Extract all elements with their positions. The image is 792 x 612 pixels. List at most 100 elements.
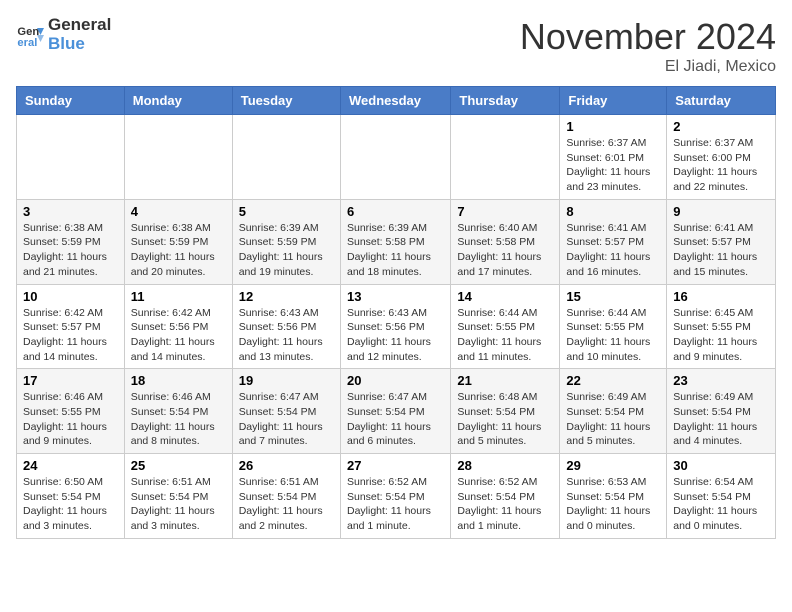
day-info: Sunrise: 6:40 AMSunset: 5:58 PMDaylight:… xyxy=(457,221,553,280)
day-info: Sunrise: 6:38 AMSunset: 5:59 PMDaylight:… xyxy=(23,221,118,280)
logo-text-line2: Blue xyxy=(48,35,111,54)
calendar-cell: 18Sunrise: 6:46 AMSunset: 5:54 PMDayligh… xyxy=(124,369,232,454)
day-number: 10 xyxy=(23,289,118,304)
calendar-cell: 19Sunrise: 6:47 AMSunset: 5:54 PMDayligh… xyxy=(232,369,340,454)
weekday-header-saturday: Saturday xyxy=(667,87,776,115)
calendar-cell: 25 Sunrise: 6:51 AMSunset: 5:54 PMDayligh… xyxy=(124,454,232,539)
header: Gen eral General Blue November 2024 El J… xyxy=(16,16,776,76)
weekday-header-tuesday: Tuesday xyxy=(232,87,340,115)
day-number: 28 xyxy=(457,458,553,473)
calendar-cell: 29Sunrise: 6:53 AMSunset: 5:54 PMDayligh… xyxy=(560,454,667,539)
calendar-cell: 8 Sunrise: 6:41 AMSunset: 5:57 PMDaylight… xyxy=(560,199,667,284)
day-number: 8 xyxy=(566,204,660,219)
calendar-cell: 26 Sunrise: 6:51 AMSunset: 5:54 PMDayligh… xyxy=(232,454,340,539)
day-number: 30 xyxy=(673,458,769,473)
day-number: 15 xyxy=(566,289,660,304)
day-info: Sunrise: 6:42 AMSunset: 5:57 PMDaylight:… xyxy=(23,306,118,365)
calendar-cell: 14 Sunrise: 6:44 AMSunset: 5:55 PMDayligh… xyxy=(451,284,560,369)
day-number: 2 xyxy=(673,119,769,134)
calendar-cell: 27 Sunrise: 6:52 AMSunset: 5:54 PMDayligh… xyxy=(340,454,450,539)
calendar-cell: 12 Sunrise: 6:43 AMSunset: 5:56 PMDayligh… xyxy=(232,284,340,369)
calendar-cell: 20Sunrise: 6:47 AMSunset: 5:54 PMDayligh… xyxy=(340,369,450,454)
day-number: 3 xyxy=(23,204,118,219)
logo: Gen eral General Blue xyxy=(16,16,111,53)
day-number: 6 xyxy=(347,204,444,219)
day-info: Sunrise: 6:39 AMSunset: 5:58 PMDaylight:… xyxy=(347,221,444,280)
day-number: 12 xyxy=(239,289,334,304)
day-info: Sunrise: 6:47 AMSunset: 5:54 PMDaylight:… xyxy=(239,390,334,449)
day-info: Sunrise: 6:37 AMSunset: 6:01 PMDaylight:… xyxy=(566,136,660,195)
day-info: Sunrise: 6:49 AMSunset: 5:54 PMDaylight:… xyxy=(566,390,660,449)
weekday-header-monday: Monday xyxy=(124,87,232,115)
day-info: Sunrise: 6:48 AMSunset: 5:54 PMDaylight:… xyxy=(457,390,553,449)
calendar-cell xyxy=(340,115,450,200)
calendar-cell xyxy=(124,115,232,200)
day-number: 26 xyxy=(239,458,334,473)
location-title: El Jiadi, Mexico xyxy=(520,58,776,76)
day-number: 16 xyxy=(673,289,769,304)
calendar-cell: 3 Sunrise: 6:38 AMSunset: 5:59 PMDaylight… xyxy=(17,199,125,284)
weekday-header-sunday: Sunday xyxy=(17,87,125,115)
calendar-cell xyxy=(17,115,125,200)
day-number: 1 xyxy=(566,119,660,134)
logo-text-line1: General xyxy=(48,16,111,35)
calendar-cell: 21 Sunrise: 6:48 AMSunset: 5:54 PMDayligh… xyxy=(451,369,560,454)
day-info: Sunrise: 6:42 AMSunset: 5:56 PMDaylight:… xyxy=(131,306,226,365)
calendar-cell: 13 Sunrise: 6:43 AMSunset: 5:56 PMDayligh… xyxy=(340,284,450,369)
calendar-cell: 23 Sunrise: 6:49 AMSunset: 5:54 PMDayligh… xyxy=(667,369,776,454)
day-info: Sunrise: 6:46 AMSunset: 5:54 PMDaylight:… xyxy=(131,390,226,449)
day-info: Sunrise: 6:41 AMSunset: 5:57 PMDaylight:… xyxy=(566,221,660,280)
calendar-cell: 16Sunrise: 6:45 AMSunset: 5:55 PMDayligh… xyxy=(667,284,776,369)
day-number: 13 xyxy=(347,289,444,304)
calendar-cell: 15 Sunrise: 6:44 AMSunset: 5:55 PMDayligh… xyxy=(560,284,667,369)
day-number: 27 xyxy=(347,458,444,473)
svg-text:Gen: Gen xyxy=(17,26,39,38)
month-title: November 2024 xyxy=(520,16,776,58)
day-info: Sunrise: 6:49 AMSunset: 5:54 PMDaylight:… xyxy=(673,390,769,449)
day-number: 25 xyxy=(131,458,226,473)
week-row-2: 3 Sunrise: 6:38 AMSunset: 5:59 PMDaylight… xyxy=(17,199,776,284)
title-area: November 2024 El Jiadi, Mexico xyxy=(520,16,776,76)
day-number: 20 xyxy=(347,373,444,388)
day-number: 9 xyxy=(673,204,769,219)
calendar-cell: 24 Sunrise: 6:50 AMSunset: 5:54 PMDayligh… xyxy=(17,454,125,539)
day-info: Sunrise: 6:43 AMSunset: 5:56 PMDaylight:… xyxy=(347,306,444,365)
day-info: Sunrise: 6:53 AMSunset: 5:54 PMDaylight:… xyxy=(566,475,660,534)
calendar-cell: 5Sunrise: 6:39 AMSunset: 5:59 PMDaylight… xyxy=(232,199,340,284)
calendar-cell: 11 Sunrise: 6:42 AMSunset: 5:56 PMDayligh… xyxy=(124,284,232,369)
weekday-header-row: SundayMondayTuesdayWednesdayThursdayFrid… xyxy=(17,87,776,115)
calendar-table: SundayMondayTuesdayWednesdayThursdayFrid… xyxy=(16,86,776,539)
day-number: 17 xyxy=(23,373,118,388)
day-info: Sunrise: 6:54 AMSunset: 5:54 PMDaylight:… xyxy=(673,475,769,534)
calendar-cell: 10 Sunrise: 6:42 AMSunset: 5:57 PMDayligh… xyxy=(17,284,125,369)
day-info: Sunrise: 6:44 AMSunset: 5:55 PMDaylight:… xyxy=(566,306,660,365)
weekday-header-friday: Friday xyxy=(560,87,667,115)
week-row-1: 1 Sunrise: 6:37 AMSunset: 6:01 PMDaylight… xyxy=(17,115,776,200)
calendar-cell: 1 Sunrise: 6:37 AMSunset: 6:01 PMDaylight… xyxy=(560,115,667,200)
day-info: Sunrise: 6:44 AMSunset: 5:55 PMDaylight:… xyxy=(457,306,553,365)
day-info: Sunrise: 6:51 AMSunset: 5:54 PMDaylight:… xyxy=(239,475,334,534)
calendar-cell xyxy=(451,115,560,200)
week-row-5: 24 Sunrise: 6:50 AMSunset: 5:54 PMDayligh… xyxy=(17,454,776,539)
day-number: 24 xyxy=(23,458,118,473)
day-info: Sunrise: 6:43 AMSunset: 5:56 PMDaylight:… xyxy=(239,306,334,365)
calendar-cell: 4 Sunrise: 6:38 AMSunset: 5:59 PMDaylight… xyxy=(124,199,232,284)
calendar-cell: 9 Sunrise: 6:41 AMSunset: 5:57 PMDaylight… xyxy=(667,199,776,284)
calendar-cell: 7 Sunrise: 6:40 AMSunset: 5:58 PMDaylight… xyxy=(451,199,560,284)
day-info: Sunrise: 6:41 AMSunset: 5:57 PMDaylight:… xyxy=(673,221,769,280)
day-number: 23 xyxy=(673,373,769,388)
day-number: 14 xyxy=(457,289,553,304)
day-info: Sunrise: 6:51 AMSunset: 5:54 PMDaylight:… xyxy=(131,475,226,534)
day-number: 21 xyxy=(457,373,553,388)
day-info: Sunrise: 6:50 AMSunset: 5:54 PMDaylight:… xyxy=(23,475,118,534)
day-info: Sunrise: 6:38 AMSunset: 5:59 PMDaylight:… xyxy=(131,221,226,280)
day-info: Sunrise: 6:46 AMSunset: 5:55 PMDaylight:… xyxy=(23,390,118,449)
calendar-cell: 28 Sunrise: 6:52 AMSunset: 5:54 PMDayligh… xyxy=(451,454,560,539)
day-info: Sunrise: 6:37 AMSunset: 6:00 PMDaylight:… xyxy=(673,136,769,195)
day-number: 7 xyxy=(457,204,553,219)
day-info: Sunrise: 6:52 AMSunset: 5:54 PMDaylight:… xyxy=(347,475,444,534)
day-info: Sunrise: 6:52 AMSunset: 5:54 PMDaylight:… xyxy=(457,475,553,534)
day-number: 4 xyxy=(131,204,226,219)
day-number: 11 xyxy=(131,289,226,304)
day-number: 5 xyxy=(239,204,334,219)
